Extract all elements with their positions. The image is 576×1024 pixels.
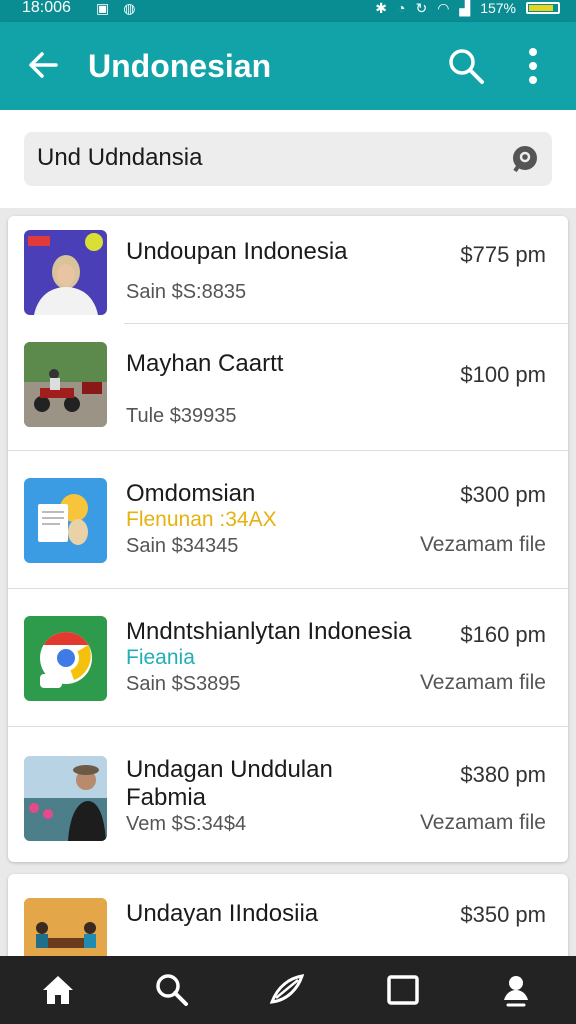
wifi-icon: ◠ — [437, 0, 450, 16]
item-tag: Flenunan :34AX — [126, 508, 277, 531]
app-notification-icon: ▣ — [96, 0, 110, 16]
item-price: $300 pm — [460, 482, 546, 507]
item-subtitle: Tule $39935 — [126, 405, 237, 427]
motorbikes-photo-thumbnail — [24, 342, 107, 427]
list-item[interactable]: Mndntshianlytan Indonesia Fieania Sain $… — [8, 588, 568, 727]
notification-icons: ▣ ◍ — [96, 0, 135, 16]
item-tag: Fieania — [126, 646, 195, 669]
item-price: $350 pm — [460, 902, 546, 927]
chrome-icon — [24, 616, 107, 701]
item-file-link[interactable]: Vezamam file — [420, 810, 546, 836]
status-bar: 18:006 ▣ ◍ ✱ ◔ ↻ ◠ ▟ 157% — [0, 0, 576, 22]
item-file-link[interactable]: Vezamam file — [420, 532, 546, 558]
item-title: Mndntshianlytan Indonesia — [126, 618, 412, 645]
files-app-icon — [24, 478, 107, 563]
profile-icon[interactable] — [498, 972, 534, 1008]
item-price: $775 pm — [460, 242, 546, 267]
list-item[interactable]: Undagan Unddulan Fabmia Vem $S:34$4 $380… — [8, 726, 568, 862]
back-arrow-icon[interactable] — [26, 48, 60, 82]
item-title: Omdomsian — [126, 480, 256, 507]
item-title: Undoupan Indonesia — [126, 238, 348, 265]
item-subtitle: Sain $S3895 — [126, 673, 241, 695]
item-title: Mayhan Caartt — [126, 350, 284, 377]
battery-icon — [526, 2, 560, 14]
bottom-navigation — [0, 956, 576, 1024]
item-subtitle: Sain $S:8835 — [126, 281, 247, 303]
results-list: Undoupan Indonesia Sain $S:8835 $775 pm … — [8, 216, 568, 862]
search-icon[interactable] — [446, 46, 486, 86]
app-bar: Undonesian — [0, 22, 576, 110]
item-price: $160 pm — [460, 622, 546, 647]
item-title-line2: Fabmia — [126, 784, 207, 811]
home-icon[interactable] — [40, 972, 76, 1008]
item-title: Undayan IIndosiia — [126, 900, 319, 927]
item-price: $100 pm — [460, 362, 546, 387]
list-item[interactable]: Undoupan Indonesia Sain $S:8835 $775 pm — [8, 216, 568, 324]
explore-icon[interactable] — [268, 972, 304, 1008]
sync-notification-icon: ◍ — [123, 0, 136, 16]
item-subtitle: Sain $34345 — [126, 535, 239, 557]
voice-search-icon[interactable] — [510, 144, 540, 174]
bluetooth-icon: ✱ — [375, 0, 387, 16]
signal-icon: ▟ — [459, 0, 471, 16]
item-file-link[interactable]: Vezamam file — [420, 670, 546, 696]
more-options-icon[interactable] — [518, 46, 548, 86]
item-subtitle: Vem $S:34$4 — [126, 813, 247, 835]
person-portrait-thumbnail — [24, 230, 107, 315]
status-right: ✱ ◔ ↻ ◠ ▟ 157% — [375, 0, 560, 16]
item-title-line1: Undagan Unddulan — [126, 756, 333, 783]
search-nav-icon[interactable] — [154, 972, 190, 1008]
list-item[interactable]: Mayhan Caartt Tule $39935 $100 pm — [8, 324, 568, 451]
rotate-icon: ↻ — [415, 0, 428, 16]
man-photo-thumbnail — [24, 756, 107, 841]
search-query[interactable]: Und Udndansia — [37, 144, 202, 172]
search-area: Und Udndansia — [0, 110, 576, 208]
search-input[interactable]: Und Udndansia — [24, 132, 552, 186]
recents-square-icon[interactable] — [385, 972, 421, 1008]
page-title: Undonesian — [88, 48, 272, 84]
list-item[interactable]: Omdomsian Flenunan :34AX Sain $34345 $30… — [8, 450, 568, 589]
battery-percent: 157% — [480, 0, 516, 16]
item-price: $380 pm — [460, 762, 546, 787]
status-time: 18:006 — [22, 0, 71, 16]
alarm-icon: ◔ — [396, 0, 406, 16]
